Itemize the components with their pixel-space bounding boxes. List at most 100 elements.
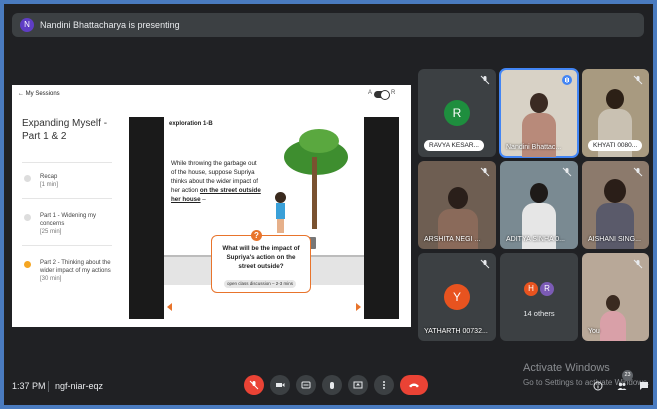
step-part2[interactable]: Part 2 - Thinking about the wider impact… [22,259,118,293]
step-time: [1 min] [40,182,59,188]
session-title: Expanding Myself - Part 1 & 2 [22,118,108,142]
question-text: What will be the impact of Supriya's act… [222,245,300,270]
more-options-button[interactable] [374,375,394,395]
step-time: [25 min] [40,229,62,235]
slide: exploration 1-B While throwing the garba… [164,117,364,319]
slide-story: While throwing the garbage out of the ho… [171,159,261,204]
info-icon[interactable] [592,381,604,393]
captions-icon [301,381,311,389]
participant-avatar: R [444,100,470,126]
step-dot-active [24,261,31,268]
participant-tile[interactable]: R RAVYA KESAR... [418,69,496,157]
camera-toggle-button[interactable] [270,375,290,395]
question-box: What will be the impact of Supriya's act… [211,235,311,293]
self-video [606,295,620,311]
participant-tile[interactable]: Nandini Bhattac... [499,68,579,158]
participant-tile[interactable]: AISHANI SING... [582,161,649,249]
step-part1[interactable]: Part 1 - Widening my concerns [25 min] [22,212,118,242]
participant-name: YATHARTH 00732... [424,328,488,335]
step-label: Recap [40,174,58,180]
step-text: Part 1 - Widening my concerns [25 min] [40,212,115,236]
mic-off-icon [633,259,643,269]
mic-off-icon [480,167,490,177]
participant-video [530,183,548,203]
hand-icon [330,382,334,389]
mic-off-icon [249,380,259,390]
more-vert-icon [383,381,385,389]
slide-viewer: exploration 1-B While throwing the garba… [129,117,399,319]
participant-tile[interactable]: ARSHITA NEGI ... [418,161,496,249]
step-time: [30 min] [40,276,62,282]
leave-call-button[interactable] [400,375,428,395]
participant-video [530,93,548,113]
participant-tile[interactable]: ADITYA SINHA 0... [500,161,578,249]
shared-screen: ← My Sessions A R Expanding Myself - Par… [12,85,411,327]
others-count: 14 others [523,309,555,318]
self-body [600,311,626,341]
girl-legs [277,219,284,233]
divider [22,198,112,199]
toggle-right-label: R [391,90,396,96]
self-name: You [588,328,600,335]
toggle-left-label: A [368,90,373,96]
presenter-avatar: N [20,18,34,32]
divider [48,381,49,392]
activate-windows-title: Activate Windows [523,362,610,374]
presenting-text: Nandini Bhattacharya is presenting [40,20,180,30]
step-label: Part 1 - Widening my concerns [40,213,97,227]
next-slide-icon[interactable] [356,303,361,311]
prev-slide-icon[interactable] [167,303,172,311]
participant-tile[interactable]: KHYATI 0080... [582,69,649,157]
raise-hand-button[interactable] [322,375,342,395]
girl-body [276,203,285,219]
discussion-pill: open class discussion – 2-3 mins [224,280,296,288]
participant-name: ARSHITA NEGI ... [424,236,481,243]
participant-name: KHYATI 0080... [588,140,643,151]
chat-icon [640,382,648,390]
step-dot [24,175,31,182]
meet-window: N Nandini Bhattacharya is presenting ← M… [4,4,653,405]
others-tile[interactable]: H R 14 others [500,253,578,341]
divider [22,245,112,246]
present-icon [353,381,363,389]
participant-body [438,209,478,249]
participant-name: AISHANI SING... [588,236,641,243]
tree-trunk [312,157,317,229]
step-text: Recap [1 min] [40,173,115,189]
back-label: My Sessions [25,91,60,97]
back-link[interactable]: ← My Sessions [18,91,60,97]
participant-avatar: Y [444,284,470,310]
meeting-time: 1:37 PM [12,381,46,391]
step-recap[interactable]: Recap [1 min] [22,173,118,195]
participant-video [448,187,468,209]
camera-icon [276,383,285,387]
info-circle-icon [593,381,603,391]
participant-tile[interactable]: Y YATHARTH 00732... [418,253,496,341]
mic-off-icon [562,167,572,177]
mic-off-icon [633,167,643,177]
people-button[interactable] [616,381,628,393]
present-button[interactable] [348,375,368,395]
captions-button[interactable] [296,375,316,395]
mic-off-icon [480,75,490,85]
presenting-banner: N Nandini Bhattacharya is presenting [12,13,644,37]
mic-toggle-button[interactable] [244,375,264,395]
meeting-code: ngf-niar-eqz [55,381,104,391]
participant-name: Nandini Bhattac... [506,144,562,151]
hang-up-icon [409,383,419,388]
speaking-icon [562,75,572,85]
others-avatar: H [524,282,538,296]
participants-count-badge: 23 [622,370,633,381]
self-tile[interactable]: You [582,253,649,341]
tree-foliage [299,129,339,153]
chat-button[interactable] [638,381,650,393]
divider [22,162,112,163]
step-dot [24,214,31,221]
step-text: Part 2 - Thinking about the wider impact… [40,259,115,283]
participant-video [606,89,624,109]
mic-off-icon [480,259,490,269]
mic-off-icon [633,75,643,85]
slide-title: exploration 1-B [169,121,213,127]
question-mark-icon: ? [251,230,262,241]
others-avatar: R [540,282,554,296]
